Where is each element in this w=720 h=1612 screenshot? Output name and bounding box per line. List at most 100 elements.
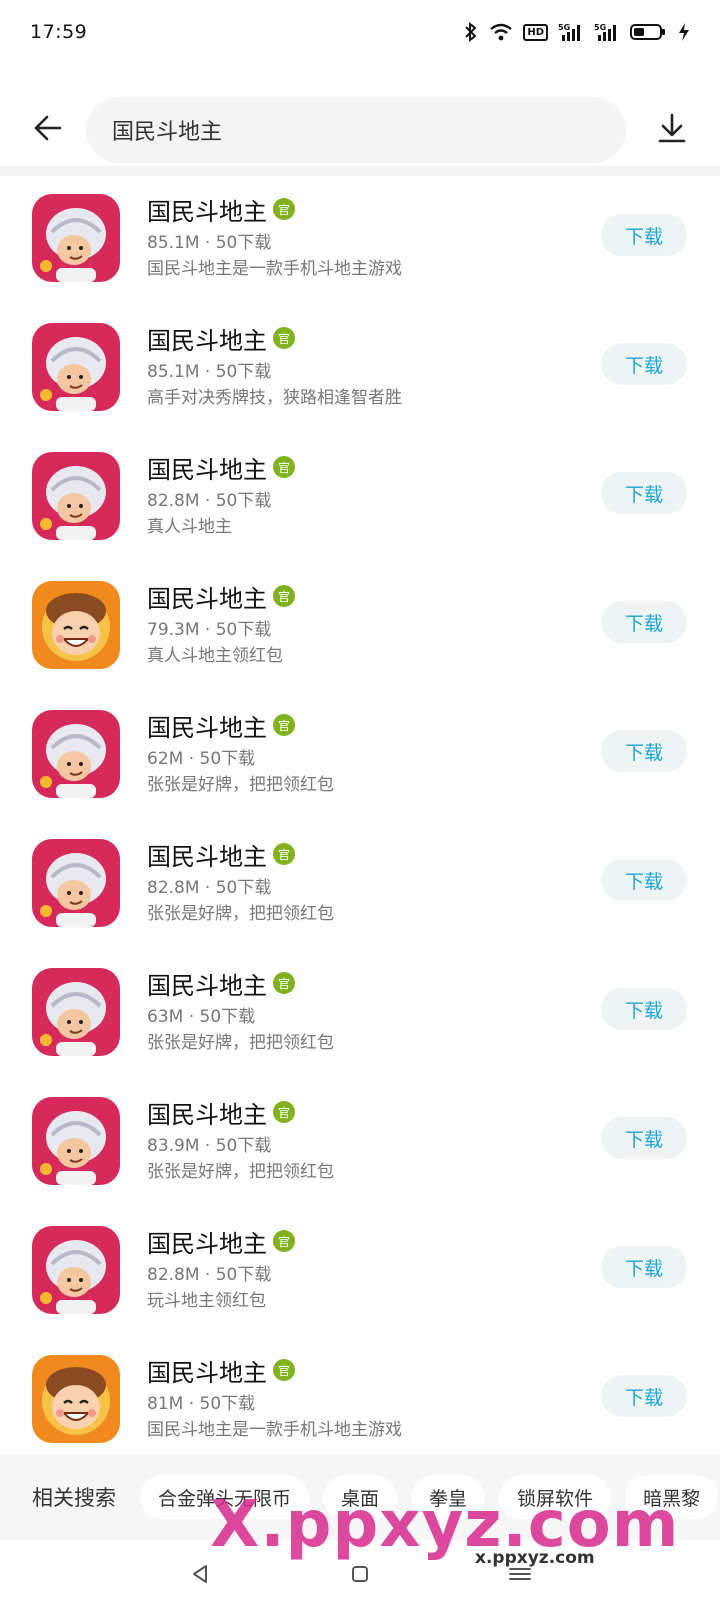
app-meta: 82.8M · 50下载 [147, 878, 272, 898]
official-badge: 官 [273, 1101, 295, 1123]
download-button[interactable]: 下载 [601, 859, 687, 901]
list-item[interactable]: 国民斗地主 官 85.1M · 50下载 国民斗地主是一款手机斗地主游戏 下载 [0, 176, 720, 305]
download-button[interactable]: 下载 [601, 988, 687, 1030]
official-badge: 官 [273, 198, 295, 220]
app-description: 张张是好牌，把把领红包 [147, 775, 334, 795]
smiling-boy-app-icon[interactable] [32, 581, 120, 669]
official-badge: 官 [273, 456, 295, 478]
official-badge: 官 [273, 327, 295, 349]
app-name: 国民斗地主 [147, 326, 267, 355]
list-item[interactable]: 国民斗地主 官 82.8M · 50下载 玩斗地主领红包 下载 [0, 1208, 720, 1337]
app-info: 国民斗地主 官 85.1M · 50下载 高手对决秀牌技，狭路相逢智者胜 [147, 321, 567, 411]
triangle-back-icon [189, 1563, 211, 1589]
turban-man-app-icon[interactable] [32, 323, 120, 411]
turban-man-app-icon[interactable] [32, 710, 120, 798]
list-item[interactable]: 国民斗地主 官 82.8M · 50下载 真人斗地主 下载 [0, 434, 720, 563]
turban-man-app-icon[interactable] [32, 1226, 120, 1314]
app-name: 国民斗地主 [147, 842, 267, 871]
search-input[interactable] [112, 117, 626, 143]
signal-icon-2: 5G [594, 22, 620, 42]
app-info: 国民斗地主 官 62M · 50下载 张张是好牌，把把领红包 [147, 708, 567, 798]
app-name-line: 国民斗地主 官 [147, 450, 567, 484]
smiling-boy-app-icon[interactable] [32, 1355, 120, 1443]
download-button[interactable]: 下载 [601, 1375, 687, 1417]
list-item[interactable]: 国民斗地主 官 79.3M · 50下载 真人斗地主领红包 下载 [0, 563, 720, 692]
battery-icon [630, 22, 668, 42]
download-button[interactable]: 下载 [601, 472, 687, 514]
app-description: 玩斗地主领红包 [147, 1291, 266, 1311]
search-header [0, 94, 720, 166]
app-description: 高手对决秀牌技，狭路相逢智者胜 [147, 388, 402, 408]
app-description: 国民斗地主是一款手机斗地主游戏 [147, 1420, 402, 1440]
related-search-chip[interactable]: 合金弹头无限币 [140, 1475, 310, 1519]
list-item[interactable]: 国民斗地主 官 83.9M · 50下载 张张是好牌，把把领红包 下载 [0, 1079, 720, 1208]
app-description: 张张是好牌，把把领红包 [147, 1162, 334, 1182]
nav-recents-button[interactable] [498, 1554, 542, 1598]
official-badge: 官 [273, 843, 295, 865]
system-navigation-bar [0, 1540, 720, 1612]
header-divider [0, 166, 720, 176]
app-meta: 85.1M · 50下载 [147, 362, 272, 382]
related-search-chip[interactable]: 暗黑黎 [625, 1475, 719, 1519]
download-manager-button[interactable] [648, 106, 696, 154]
app-name: 国民斗地主 [147, 1358, 267, 1387]
wifi-icon [489, 22, 513, 42]
list-item[interactable]: 国民斗地主 官 81M · 50下载 国民斗地主是一款手机斗地主游戏 下载 [0, 1337, 720, 1466]
turban-man-app-icon[interactable] [32, 452, 120, 540]
app-name: 国民斗地主 [147, 1229, 267, 1258]
related-search-chip[interactable]: 拳皇 [411, 1475, 486, 1519]
app-info: 国民斗地主 官 85.1M · 50下载 国民斗地主是一款手机斗地主游戏 [147, 192, 567, 282]
download-button[interactable]: 下载 [601, 1117, 687, 1159]
related-searches-bar: 相关搜索 合金弹头无限币 桌面 拳皇 锁屏软件 暗黑黎 [0, 1454, 720, 1540]
download-button[interactable]: 下载 [601, 343, 687, 385]
official-badge: 官 [273, 1230, 295, 1252]
search-box[interactable] [86, 97, 626, 163]
app-description: 真人斗地主 [147, 517, 232, 537]
svg-text:5G: 5G [594, 23, 606, 32]
related-search-chip[interactable]: 桌面 [323, 1475, 398, 1519]
app-name: 国民斗地主 [147, 1100, 267, 1129]
app-description: 真人斗地主领红包 [147, 646, 283, 666]
app-meta: 62M · 50下载 [147, 749, 256, 769]
related-search-chip[interactable]: 锁屏软件 [499, 1475, 612, 1519]
app-name-line: 国民斗地主 官 [147, 1353, 567, 1387]
app-meta: 85.1M · 50下载 [147, 233, 272, 253]
official-badge: 官 [273, 1359, 295, 1381]
charging-icon [678, 22, 690, 42]
related-searches-label: 相关搜索 [32, 1486, 116, 1510]
status-bar: 17:59 HD 5G 5G [0, 0, 720, 64]
turban-man-app-icon[interactable] [32, 839, 120, 927]
app-name-line: 国民斗地主 官 [147, 321, 567, 355]
nav-back-button[interactable] [178, 1554, 222, 1598]
status-icons: HD 5G 5G [463, 22, 690, 42]
app-meta: 82.8M · 50下载 [147, 1265, 272, 1285]
download-button[interactable]: 下载 [601, 601, 687, 643]
app-meta: 82.8M · 50下载 [147, 491, 272, 511]
download-button[interactable]: 下载 [601, 214, 687, 256]
turban-man-app-icon[interactable] [32, 194, 120, 282]
app-meta: 63M · 50下载 [147, 1007, 256, 1027]
download-button[interactable]: 下载 [601, 730, 687, 772]
list-item[interactable]: 国民斗地主 官 62M · 50下载 张张是好牌，把把领红包 下载 [0, 692, 720, 821]
list-item[interactable]: 国民斗地主 官 85.1M · 50下载 高手对决秀牌技，狭路相逢智者胜 下载 [0, 305, 720, 434]
list-item[interactable]: 国民斗地主 官 82.8M · 50下载 张张是好牌，把把领红包 下载 [0, 821, 720, 950]
app-info: 国民斗地主 官 82.8M · 50下载 真人斗地主 [147, 450, 567, 540]
app-description: 张张是好牌，把把领红包 [147, 904, 334, 924]
app-name-line: 国民斗地主 官 [147, 966, 567, 1000]
app-name-line: 国民斗地主 官 [147, 708, 567, 742]
back-button[interactable] [24, 106, 72, 154]
app-meta: 81M · 50下载 [147, 1394, 256, 1414]
download-button[interactable]: 下载 [601, 1246, 687, 1288]
turban-man-app-icon[interactable] [32, 1097, 120, 1185]
app-name-line: 国民斗地主 官 [147, 579, 567, 613]
app-meta: 83.9M · 50下载 [147, 1136, 272, 1156]
app-description: 国民斗地主是一款手机斗地主游戏 [147, 259, 402, 279]
app-name: 国民斗地主 [147, 584, 267, 613]
turban-man-app-icon[interactable] [32, 968, 120, 1056]
app-name: 国民斗地主 [147, 197, 267, 226]
hd-badge: HD [523, 23, 548, 41]
nav-home-button[interactable] [338, 1554, 382, 1598]
official-badge: 官 [273, 714, 295, 736]
list-item[interactable]: 国民斗地主 官 63M · 50下载 张张是好牌，把把领红包 下载 [0, 950, 720, 1079]
search-results-list: 国民斗地主 官 85.1M · 50下载 国民斗地主是一款手机斗地主游戏 下载 … [0, 176, 720, 1466]
